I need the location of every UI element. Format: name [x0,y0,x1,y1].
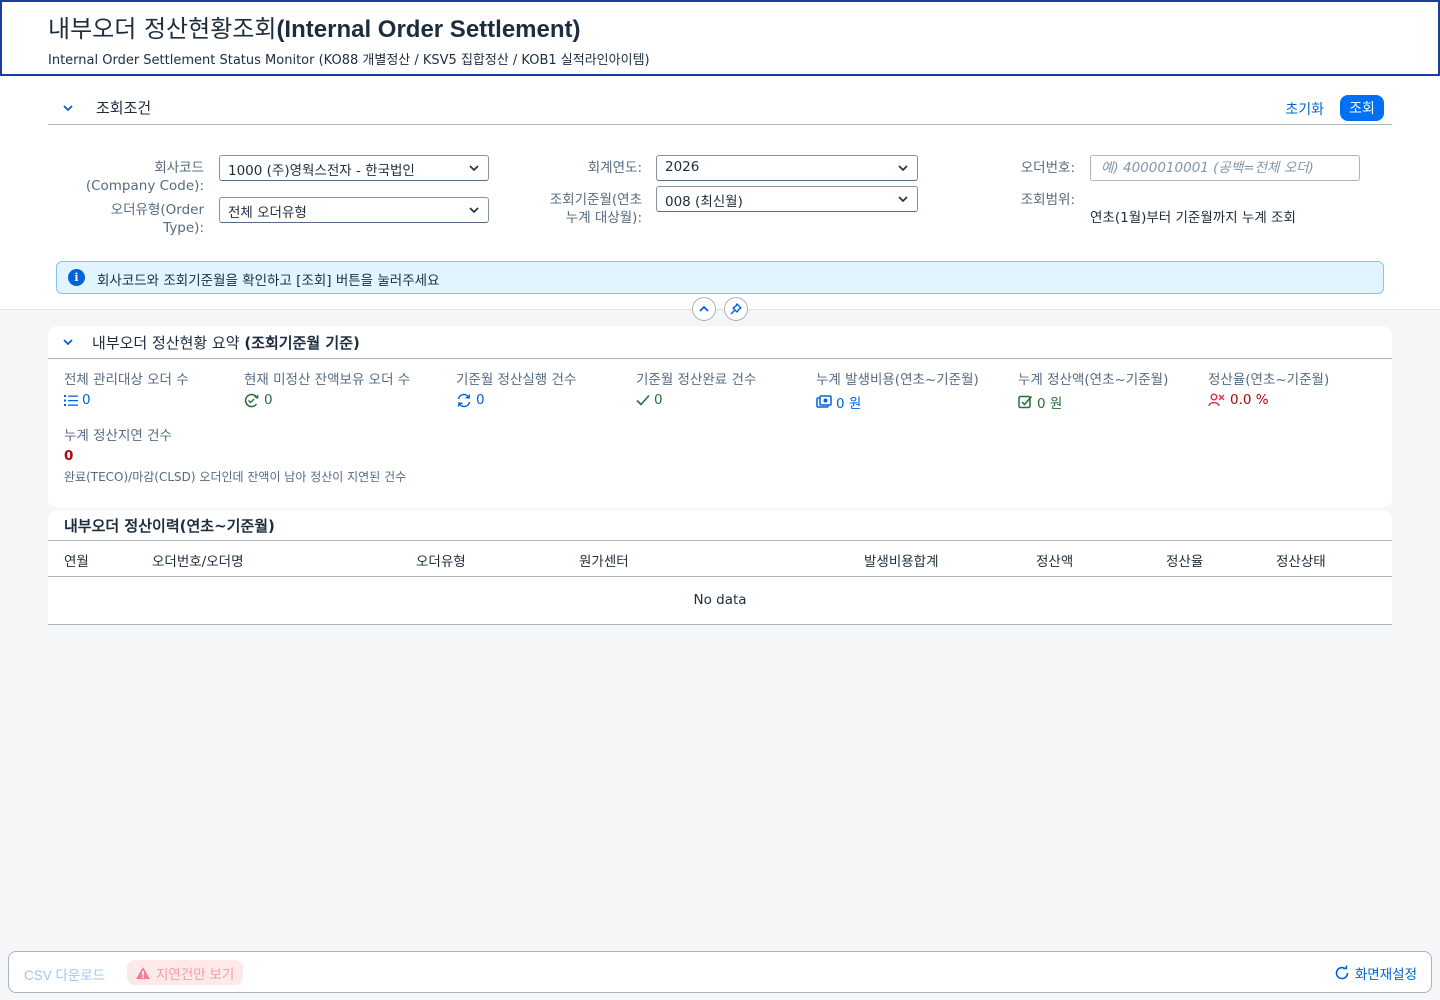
check-icon [636,394,650,406]
history-table-title: 내부오더 정산이력(연초~기준월) [64,517,275,535]
chevron-up-icon [699,305,709,312]
info-message-strip: i 회사코드와 조회기준월을 확인하고 [조회] 버튼을 눌러주세요 [56,261,1384,294]
order-type-value: 전체 오더유형 [228,205,307,221]
kpi-accumulated-settlement: 누계 정산액(연초~기준월) 0 원 [1018,372,1169,412]
reset-button[interactable]: 초기화 [1285,99,1324,119]
column-header[interactable]: 연월 [64,550,89,570]
delay-value: 0 [64,448,74,464]
kpi-settlement-delay: 누계 정산지연 건수 0 완료(TECO)/마감(CLSD) 오더인데 잔액이 … [64,424,406,485]
delay-note: 완료(TECO)/마감(CLSD) 오더인데 잔액이 남아 정산이 지연된 건수 [64,470,407,484]
chevron-down-icon [898,165,908,172]
company-code-value: 1000 (주)영웍스전자 - 한국법인 [228,163,415,179]
pin-icon [730,303,742,315]
company-code-label: 회사코드 (Company Code): [85,160,204,194]
pin-header-button[interactable] [724,297,748,321]
chevron-down-icon[interactable] [62,336,74,348]
info-message: 회사코드와 조회기준월을 확인하고 [조회] 버튼을 눌러주세요 [97,273,440,289]
pending-icon [244,393,259,407]
collapse-header-button[interactable] [692,297,716,321]
history-table-card: 내부오더 정산이력(연초~기준월) 연월 오더번호/오더명 오더유형 원가센터 … [48,510,1392,625]
table-header: 연월 오더번호/오더명 오더유형 원가센터 발생비용합계 정산액 정산율 정산상… [48,540,1392,577]
chevron-down-icon [469,165,479,172]
column-header[interactable]: 정산액 [1036,550,1073,570]
range-label: 조회범위: [1020,192,1075,208]
column-header[interactable]: 원가센터 [579,550,629,570]
period-select[interactable]: 008 (최신월) [656,186,918,212]
kpi-settlement-runs: 기준월 정산실행 건수 0 [456,372,577,408]
column-header[interactable]: 오더유형 [416,550,466,570]
fiscal-year-value: 2026 [665,159,700,175]
column-header[interactable]: 오더번호/오더명 [152,550,244,570]
info-icon: i [68,269,85,286]
reset-view-button[interactable]: 화면재설정 [1334,963,1417,983]
summary-section-header: 내부오더 정산현황 요약 (조회기준월 기준) [48,326,1392,359]
period-value: 008 (최신월) [665,194,743,210]
page-header: 내부오더 정산현황조회(Internal Order Settlement) I… [0,0,1440,76]
kpi-unsettled-orders: 현재 미정산 잔액보유 오더 수 0 [244,372,411,408]
order-type-select[interactable]: 전체 오더유형 [219,197,489,223]
kpi-accumulated-cost: 누계 발생비용(연초~기준월) 0 원 [816,372,979,412]
kpi-settlement-rate: 정산율(연초~기준월) 0.0 % [1208,372,1330,408]
reload-icon [1335,965,1349,980]
refresh-icon [457,393,471,407]
checkbox-icon [1018,395,1033,409]
delay-only-button[interactable]: 지연건만 보기 [127,960,244,985]
kpi-settlement-completed: 기준월 정산완료 건수 0 [636,372,757,408]
csv-download-button[interactable]: CSV 다운로드 [24,964,105,984]
company-code-select[interactable]: 1000 (주)영웍스전자 - 한국법인 [219,155,489,181]
filter-bar: 조회조건 초기화 조회 회사코드 (Company Code): 1000 (주… [0,76,1440,310]
search-button[interactable]: 조회 [1340,95,1384,121]
column-header[interactable]: 발생비용합계 [864,550,939,570]
table-empty-text: No data [693,592,747,608]
summary-section-label: 내부오더 정산현황 요약 (조회기준월 기준) [92,334,360,352]
order-no-input[interactable] [1090,155,1360,181]
page-title: 내부오더 정산현황조회(Internal Order Settlement) [48,15,581,43]
column-header[interactable]: 정산율 [1166,550,1203,570]
chevron-down-icon [469,207,479,214]
order-type-label: 오더유형(Order Type): [110,202,204,236]
footer-toolbar: CSV 다운로드 지연건만 보기 화면재설정 [8,951,1432,993]
list-icon [64,394,78,406]
fiscal-year-label: 회계연도: [587,160,642,176]
fiscal-year-select[interactable]: 2026 [656,155,918,181]
period-label: 조회기준월(연초 누계 대상월): [549,192,642,226]
money-icon [816,395,832,408]
delay-label: 누계 정산지연 건수 [64,428,172,444]
kpi-total-orders: 전체 관리대상 오더 수 0 [64,372,189,408]
column-header[interactable]: 정산상태 [1276,550,1326,570]
range-value: 연초(1월)부터 기준월까지 누계 조회 [1090,210,1296,226]
order-no-label: 오더번호: [1020,160,1075,176]
summary-card: 내부오더 정산현황 요약 (조회기준월 기준) 전체 관리대상 오더 수 0 현… [48,326,1392,508]
filter-section-label: 조회조건 [96,99,152,117]
warning-icon [136,966,150,979]
filter-section-header: 조회조건 초기화 조회 [48,95,1392,125]
people-icon [1208,393,1225,407]
chevron-down-icon[interactable] [62,102,74,114]
chevron-down-icon [898,196,908,203]
page-subtitle: Internal Order Settlement Status Monitor… [48,53,650,68]
